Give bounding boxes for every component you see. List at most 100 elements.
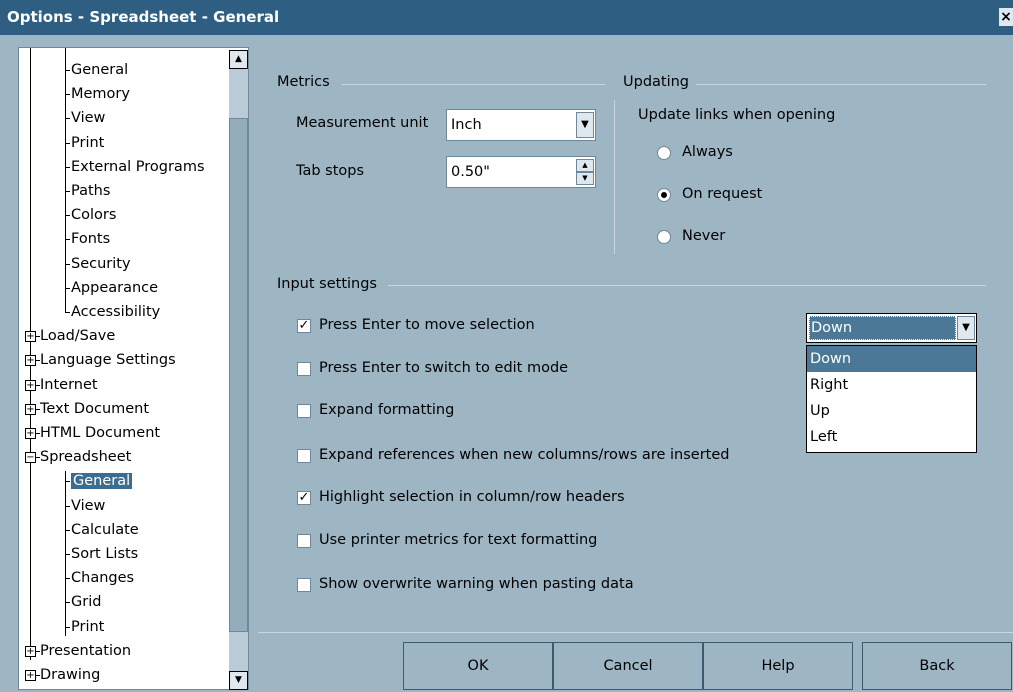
tree-item[interactable]: Changes: [71, 567, 134, 589]
tree-item[interactable]: View: [71, 495, 105, 517]
tree-connector: [36, 675, 40, 676]
ok-button[interactable]: OK: [403, 642, 553, 690]
measurement-unit-label-text: Measurement unit: [296, 115, 429, 131]
checkbox[interactable]: [297, 534, 311, 548]
updating-divider: [696, 84, 986, 85]
dropdown-option[interactable]: Left: [807, 424, 976, 450]
tree-connector: [65, 505, 70, 507]
options-tree[interactable]: General Memory View Print External Programs P…: [18, 47, 249, 690]
radio-never[interactable]: [657, 230, 671, 244]
tree-item[interactable]: Memory: [71, 83, 130, 105]
back-button[interactable]: Back: [862, 642, 1012, 690]
tree-scrollbar[interactable]: ▲ ▼: [229, 50, 248, 690]
scroll-up-icon[interactable]: ▲: [229, 50, 248, 69]
tree-item[interactable]: Paths: [71, 180, 110, 202]
tree-connector: [65, 578, 70, 580]
tree-item[interactable]: Calculate: [71, 519, 139, 541]
measurement-unit-value: Inch: [451, 117, 482, 133]
tree-connector: [65, 554, 70, 555]
expand-icon[interactable]: +: [25, 331, 36, 343]
tree-item-label: View: [71, 110, 106, 127]
tree-connector: [65, 263, 70, 265]
expand-icon[interactable]: +: [25, 428, 36, 439]
radio-label[interactable]: On request: [682, 186, 762, 202]
enter-direction-dropdown[interactable]: Down Right Up Left: [806, 345, 977, 453]
checkbox-label[interactable]: Highlight selection in column/row header…: [319, 489, 625, 505]
checkbox[interactable]: [297, 362, 311, 376]
radio-always[interactable]: [657, 146, 671, 160]
tree-item-label: Paths: [71, 183, 111, 199]
checkbox[interactable]: [297, 404, 311, 418]
spin-up-icon[interactable]: ▲: [576, 159, 594, 172]
tree-item[interactable]: Colors: [71, 204, 116, 226]
checkbox[interactable]: [297, 578, 311, 592]
tree-item[interactable]: Load/Save: [40, 325, 115, 347]
expand-icon[interactable]: +: [25, 645, 36, 657]
checkbox-label[interactable]: Expand formatting: [319, 402, 454, 418]
checkbox-label[interactable]: Show overwrite warning when pasting data: [319, 576, 634, 592]
tree-item[interactable]: General: [71, 470, 133, 492]
tree-item[interactable]: Spreadsheet: [40, 446, 131, 468]
tree-item[interactable]: HTML Document: [40, 422, 160, 444]
checkbox-label[interactable]: Expand references when new columns/rows …: [319, 447, 729, 463]
collapse-icon[interactable]: −: [25, 452, 36, 464]
radio-label[interactable]: Always: [682, 144, 733, 160]
tree-item[interactable]: Appearance: [71, 277, 158, 299]
tree-item-label: Sort Lists: [71, 546, 139, 562]
group-separator: [614, 100, 615, 254]
tree-item-label: Accessibility: [71, 304, 161, 320]
chevron-down-icon[interactable]: ▼: [576, 112, 594, 138]
expand-icon[interactable]: +: [25, 403, 36, 415]
checkbox-label[interactable]: Use printer metrics for text formatting: [319, 532, 597, 548]
tree-connector: [65, 626, 70, 628]
chevron-down-icon[interactable]: ▼: [957, 316, 975, 340]
tab-stops-label: Tab stops: [296, 163, 365, 179]
tree-item[interactable]: Grid: [71, 591, 101, 613]
tree-item[interactable]: View: [71, 107, 105, 129]
tree-item[interactable]: Drawing: [40, 664, 100, 686]
tree-item-label: External Programs: [71, 158, 205, 175]
scroll-thumb[interactable]: [229, 118, 248, 632]
expand-icon[interactable]: +: [25, 355, 36, 367]
tree-connector: [65, 166, 70, 168]
tree-connector: [65, 70, 70, 71]
tree-item[interactable]: Print: [71, 616, 104, 638]
cancel-button[interactable]: Cancel: [553, 642, 703, 690]
radio-label[interactable]: Never: [682, 228, 725, 244]
enter-direction-value: Down: [811, 320, 853, 336]
spin-down-icon[interactable]: ▼: [576, 172, 594, 185]
measurement-unit-select[interactable]: Inch ▼: [446, 109, 596, 141]
checkbox[interactable]: ✓: [297, 319, 311, 333]
checkbox[interactable]: ✓: [297, 491, 311, 505]
checkbox-label[interactable]: Press Enter to move selection: [319, 317, 535, 333]
enter-direction-select[interactable]: Down ▼: [806, 313, 977, 343]
tree-item[interactable]: Fonts: [71, 228, 110, 250]
tree-item[interactable]: Security: [71, 253, 131, 275]
tree-item[interactable]: Print: [71, 132, 104, 154]
tree-item[interactable]: Presentation: [40, 640, 131, 662]
expand-icon[interactable]: +: [25, 670, 36, 681]
tree-item-label: Internet: [40, 376, 98, 393]
tree-item[interactable]: Sort Lists: [71, 543, 138, 565]
tree-connector: [65, 118, 70, 120]
dropdown-option[interactable]: Down: [807, 346, 976, 372]
tree-item[interactable]: Language Settings: [40, 349, 176, 371]
tree-item[interactable]: External Programs: [71, 156, 205, 178]
tree-item[interactable]: Accessibility: [71, 301, 160, 323]
tree-item-label: Spreadsheet: [40, 449, 132, 466]
measurement-unit-label: Measurement unit: [296, 115, 428, 131]
close-icon[interactable]: ×: [999, 8, 1013, 26]
tab-stops-spinner[interactable]: 0.50" ▲ ▼: [446, 156, 596, 188]
scroll-down-icon[interactable]: ▼: [229, 671, 248, 690]
tree-item-label: Print: [71, 618, 105, 635]
dropdown-option[interactable]: Right: [807, 372, 976, 398]
radio-on-request[interactable]: [657, 188, 671, 202]
tree-item[interactable]: Text Document: [40, 398, 149, 420]
dropdown-option[interactable]: Up: [807, 398, 976, 424]
expand-icon[interactable]: +: [25, 379, 36, 391]
help-button[interactable]: Help: [703, 642, 853, 690]
tree-item[interactable]: General: [71, 59, 128, 81]
checkbox-label[interactable]: Press Enter to switch to edit mode: [319, 360, 568, 376]
tree-item[interactable]: Internet: [40, 374, 98, 396]
checkbox[interactable]: [297, 449, 311, 463]
